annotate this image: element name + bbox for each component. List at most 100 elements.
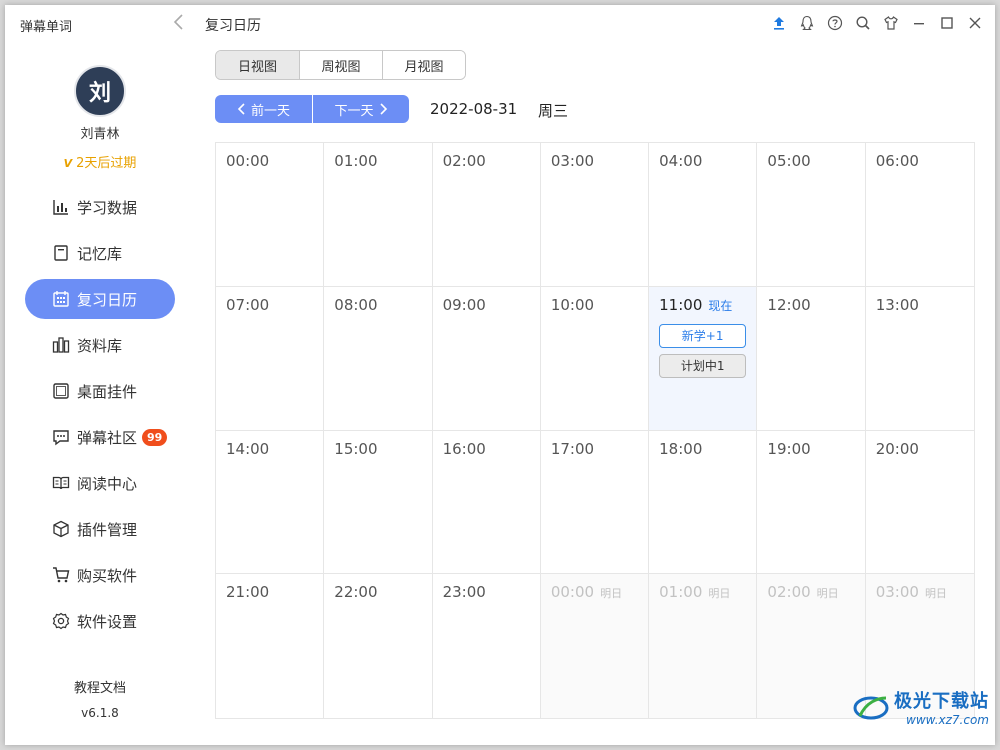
time-label: 11:00 [659, 295, 703, 314]
sidebar-item-label: 复习日历 [77, 290, 138, 309]
time-slot-header: 03:00 [551, 151, 638, 170]
time-label: 10:00 [550, 295, 595, 314]
sidebar-item-3[interactable]: 资料库 [25, 325, 175, 365]
time-slot[interactable]: 02:00 [432, 143, 541, 287]
sidebar-item-4[interactable]: 桌面挂件 [25, 371, 175, 411]
day-schedule-grid: 00:00 01:00 02:00 03:00 04:00 05:00 06:00 07:00… [215, 142, 975, 719]
time-slot[interactable]: 04:00 [649, 143, 758, 287]
time-label: 12:00 [767, 295, 811, 314]
tab-week-view[interactable]: 周视图 [299, 51, 382, 79]
time-slot[interactable]: 21:00 [216, 574, 325, 718]
sidebar-item-5[interactable]: 弹幕社区 99 [25, 417, 175, 457]
cart-icon [51, 565, 71, 585]
time-slot[interactable]: 13:00 [865, 287, 974, 431]
time-slot[interactable]: 15:00 [324, 430, 433, 575]
sidebar-item-1[interactable]: 记忆库 [25, 233, 175, 273]
time-slot-header: 01:00 [334, 151, 421, 170]
minimize-button[interactable] [907, 13, 931, 33]
upload-icon [774, 17, 784, 30]
time-slot-header: 12:00 [767, 295, 854, 314]
time-label: 01:00 [334, 152, 378, 170]
avatar[interactable]: 刘 [74, 65, 126, 117]
time-label: 16:00 [442, 439, 486, 458]
sidebar-item-0[interactable]: 学习数据 [25, 187, 175, 227]
tutorial-docs-link[interactable]: 教程文档 [5, 677, 195, 696]
time-label: 08:00 [334, 295, 378, 314]
time-label: 03:00 [875, 583, 919, 602]
qq-button[interactable] [795, 13, 819, 33]
username: 刘青林 [80, 127, 120, 142]
next-day-tag: 明日 [708, 587, 731, 601]
time-slot[interactable]: 02:00 明日 [757, 574, 866, 718]
next-day-tag: 明日 [816, 587, 839, 601]
time-slot[interactable]: 11:00 现在 新学+1 计划中1 [649, 286, 758, 431]
time-slot[interactable]: 00:00 明日 [540, 574, 650, 718]
current-weekday: 周三 [538, 102, 569, 120]
chevron-left-icon [237, 103, 245, 115]
time-slot[interactable]: 12:00 [757, 286, 866, 431]
time-slot[interactable]: 09:00 [432, 286, 541, 431]
time-slot-header: 05:00 [767, 151, 854, 170]
sidebar-item-label: 弹幕社区 [77, 428, 138, 447]
expire-text: 2天后过期 [76, 156, 137, 171]
time-slot[interactable]: 23:00 [433, 574, 541, 718]
time-slot[interactable]: 01:00 明日 [649, 574, 758, 718]
time-slot[interactable]: 08:00 [324, 286, 433, 431]
time-label: 03:00 [550, 152, 595, 170]
time-slot[interactable]: 14:00 [216, 430, 325, 575]
tab-day-view[interactable]: 日视图 [216, 51, 299, 79]
time-slot-header: 06:00 [876, 151, 964, 170]
sidebar-item-8[interactable]: 购买软件 [25, 555, 175, 595]
time-slot-header: 09:00 [443, 295, 530, 314]
maximize-icon [941, 17, 953, 29]
sidebar-item-7[interactable]: 插件管理 [25, 509, 175, 549]
chevron-right-icon [379, 103, 387, 115]
time-slot-header: 21:00 [226, 582, 313, 601]
sidebar: 弹幕单词 刘 刘青林 V 2天后过期 学习数据 记忆库 复习日历 资料库 桌面挂件 弹幕社区… [5, 5, 195, 745]
time-label: 21:00 [226, 583, 270, 602]
time-slot-header: 10:00 [551, 295, 638, 314]
vip-expire-status[interactable]: V 2天后过期 [5, 152, 195, 171]
close-icon [969, 17, 981, 29]
time-slot[interactable]: 16:00 [432, 430, 541, 575]
time-slot[interactable]: 18:00 [649, 430, 758, 575]
time-label: 14:00 [226, 439, 270, 458]
upload-button[interactable] [767, 13, 791, 33]
watermark-url: www.xz7.com [906, 713, 989, 727]
time-label: 02:00 [442, 152, 486, 170]
close-button[interactable] [963, 13, 987, 33]
time-slot[interactable]: 19:00 [757, 430, 866, 575]
time-slot[interactable]: 05:00 [757, 143, 866, 287]
new-learn-event[interactable]: 新学+1 [659, 323, 747, 348]
time-slot[interactable]: 07:00 [216, 286, 325, 431]
collapse-sidebar-button[interactable] [169, 13, 189, 35]
time-slot-header: 13:00 [876, 295, 964, 314]
time-slot-header: 00:00 明日 [551, 582, 638, 601]
time-slot[interactable]: 17:00 [540, 430, 650, 575]
time-slot[interactable]: 03:00 [540, 143, 650, 287]
time-slot-header: 08:00 [334, 295, 421, 314]
sidebar-item-6[interactable]: 阅读中心 [25, 463, 175, 503]
sidebar-item-label: 学习数据 [77, 198, 138, 217]
time-slot[interactable]: 20:00 [865, 431, 974, 575]
time-slot[interactable]: 00:00 [216, 143, 325, 287]
app-window: 弹幕单词 刘 刘青林 V 2天后过期 学习数据 记忆库 复习日历 资料库 桌面挂件 弹幕社区… [5, 5, 995, 745]
help-button[interactable] [823, 13, 847, 33]
skin-button[interactable] [879, 13, 903, 33]
time-slot[interactable]: 22:00 [324, 574, 433, 718]
page-title: 复习日历 [205, 18, 261, 34]
sidebar-item-label: 资料库 [77, 336, 123, 355]
next-day-button[interactable]: 下一天 [312, 95, 409, 123]
time-slot[interactable]: 10:00 [540, 286, 650, 431]
time-slot[interactable]: 01:00 [324, 143, 433, 287]
prev-day-button[interactable]: 前一天 [215, 95, 312, 123]
planned-event[interactable]: 计划中1 [659, 353, 747, 378]
time-slot[interactable]: 06:00 [865, 143, 974, 287]
tab-month-view[interactable]: 月视图 [382, 51, 465, 79]
current-date: 2022-08-31 [430, 100, 518, 118]
maximize-button[interactable] [935, 13, 959, 33]
sidebar-item-9[interactable]: 软件设置 [25, 601, 175, 641]
sidebar-item-label: 购买软件 [77, 566, 138, 585]
sidebar-item-2[interactable]: 复习日历 [25, 279, 175, 319]
search-button[interactable] [851, 13, 875, 33]
